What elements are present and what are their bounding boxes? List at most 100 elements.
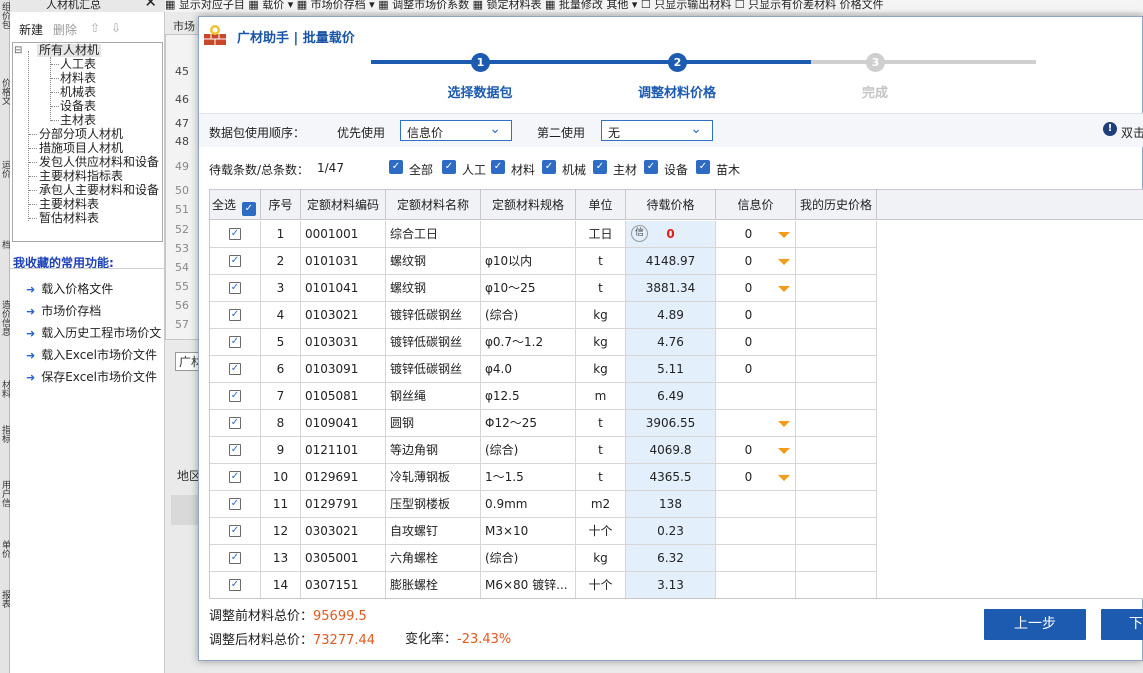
fav-item-2[interactable]: ➜ 载入历史工程市场价文	[26, 324, 161, 341]
row-checkbox[interactable]: ✓	[229, 471, 241, 483]
filter-seedling-checkbox[interactable]: ✓	[696, 160, 710, 174]
tree-item-other-0[interactable]: 分部分项人材机	[39, 128, 123, 141]
row-checkbox[interactable]: ✓	[229, 309, 241, 321]
delete-button[interactable]: 删除	[53, 21, 77, 38]
pending-price-cell[interactable]: 4365.5	[626, 464, 716, 491]
vtab-7[interactable]: 用户信	[0, 480, 10, 530]
vtab-0[interactable]: 组价包	[0, 2, 10, 72]
info-price-cell[interactable]	[716, 383, 796, 410]
pending-price-cell[interactable]: 4.76	[626, 329, 716, 356]
move-up-icon[interactable]: ⇧	[90, 21, 100, 35]
row-checkbox[interactable]: ✓	[229, 444, 241, 456]
pending-price-cell[interactable]: 信0	[626, 221, 716, 248]
filter-machine-checkbox[interactable]: ✓	[542, 160, 556, 174]
row-checkbox-cell[interactable]: ✓	[210, 275, 261, 302]
info-price-cell[interactable]	[716, 491, 796, 518]
vtab-8[interactable]: 单价	[0, 540, 10, 580]
fav-item-3[interactable]: ➜ 载入Excel市场价文件	[26, 346, 157, 363]
row-checkbox-cell[interactable]: ✓	[210, 410, 261, 437]
header-select-all[interactable]: 全选 ✓	[210, 190, 261, 220]
row-checkbox-cell[interactable]: ✓	[210, 383, 261, 410]
row-checkbox[interactable]: ✓	[229, 417, 241, 429]
row-checkbox-cell[interactable]: ✓	[210, 221, 261, 248]
close-icon[interactable]: ✕	[144, 0, 157, 10]
tree-item-main-material[interactable]: 主材表	[60, 114, 96, 127]
fav-item-1[interactable]: ➜ 市场价存档	[26, 302, 101, 319]
vtab-1[interactable]: 价格文	[0, 78, 10, 148]
select-all-checkbox[interactable]: ✓	[241, 202, 256, 216]
row-checkbox-cell[interactable]: ✓	[210, 248, 261, 275]
info-price-cell[interactable]: 0	[716, 248, 796, 275]
row-checkbox[interactable]: ✓	[229, 336, 241, 348]
fav-item-4[interactable]: ➜ 保存Excel市场价文件	[26, 368, 157, 385]
filter-all-checkbox[interactable]: ✓	[389, 160, 403, 174]
vtab-2[interactable]: 运价	[0, 160, 10, 230]
info-price-cell[interactable]	[716, 572, 796, 598]
tree-item-material[interactable]: 材料表	[60, 72, 96, 85]
info-price-cell[interactable]	[716, 545, 796, 572]
prev-step-button[interactable]: 上一步	[984, 609, 1086, 640]
new-button[interactable]: 新建	[19, 21, 43, 38]
row-checkbox-cell[interactable]: ✓	[210, 302, 261, 329]
row-checkbox-cell[interactable]: ✓	[210, 329, 261, 356]
pending-price-cell[interactable]: 3881.34	[626, 275, 716, 302]
row-checkbox[interactable]: ✓	[229, 390, 241, 402]
dropdown-triangle-icon[interactable]	[778, 259, 790, 265]
tree-item-machine[interactable]: 机械表	[60, 86, 96, 99]
fav-item-0[interactable]: ➜ 载入价格文件	[26, 280, 113, 297]
pending-price-cell[interactable]: 6.49	[626, 383, 716, 410]
tree-item-equipment[interactable]: 设备表	[60, 100, 96, 113]
pending-price-cell[interactable]: 4069.8	[626, 437, 716, 464]
tree-root[interactable]: 所有人材机	[37, 44, 102, 57]
row-checkbox-cell[interactable]: ✓	[210, 518, 261, 545]
dropdown-triangle-icon[interactable]	[778, 286, 790, 292]
row-checkbox-cell[interactable]: ✓	[210, 545, 261, 572]
pending-price-cell[interactable]: 5.11	[626, 356, 716, 383]
row-checkbox[interactable]: ✓	[229, 579, 241, 591]
filter-material-checkbox[interactable]: ✓	[491, 160, 505, 174]
row-checkbox[interactable]: ✓	[229, 255, 241, 267]
row-checkbox-cell[interactable]: ✓	[210, 572, 261, 598]
info-price-cell[interactable]	[716, 410, 796, 437]
row-checkbox-cell[interactable]: ✓	[210, 437, 261, 464]
pending-price-cell[interactable]: 4.89	[626, 302, 716, 329]
row-checkbox[interactable]: ✓	[229, 498, 241, 510]
info-price-cell[interactable]: 0	[716, 464, 796, 491]
pending-price-cell[interactable]: 6.32	[626, 545, 716, 572]
main-toolbar[interactable]: ▦ 显示对应子目 ▦ 载价 ▾ ▦ 市场价存档 ▾ ▦ 调整市场价系数 ▦ 锁定…	[165, 0, 1143, 12]
pending-price-cell[interactable]: 4148.97	[626, 248, 716, 275]
dropdown-triangle-icon[interactable]	[778, 421, 790, 427]
pending-price-cell[interactable]: 3906.55	[626, 410, 716, 437]
dropdown-triangle-icon[interactable]	[778, 448, 790, 454]
tree-item-labor[interactable]: 人工表	[60, 58, 96, 71]
info-price-cell[interactable]	[716, 518, 796, 545]
info-price-cell[interactable]: 0	[716, 437, 796, 464]
pending-price-cell[interactable]: 0.23	[626, 518, 716, 545]
tree-item-other-1[interactable]: 措施项目人材机	[39, 142, 123, 155]
tree-item-other-3[interactable]: 主要材料指标表	[39, 170, 123, 183]
info-price-cell[interactable]: 0	[716, 356, 796, 383]
row-checkbox[interactable]: ✓	[229, 525, 241, 537]
info-price-cell[interactable]: 0	[716, 302, 796, 329]
vtab-3[interactable]: 档	[0, 240, 10, 290]
next-step-button[interactable]: 下	[1101, 609, 1143, 640]
row-checkbox[interactable]: ✓	[229, 552, 241, 564]
row-checkbox-cell[interactable]: ✓	[210, 356, 261, 383]
vtab-4[interactable]: 造价信息	[0, 300, 10, 370]
tree-item-other-2[interactable]: 发包人供应材料和设备	[39, 156, 159, 169]
pending-price-cell[interactable]: 138	[626, 491, 716, 518]
move-down-icon[interactable]: ⇩	[111, 21, 121, 35]
filter-main-material-checkbox[interactable]: ✓	[593, 160, 607, 174]
info-price-cell[interactable]: 0	[716, 329, 796, 356]
row-checkbox[interactable]: ✓	[229, 363, 241, 375]
row-checkbox[interactable]: ✓	[229, 282, 241, 294]
filter-labor-checkbox[interactable]: ✓	[442, 160, 456, 174]
vtab-9[interactable]: 报表	[0, 590, 10, 630]
row-checkbox-cell[interactable]: ✓	[210, 491, 261, 518]
collapse-toggle-icon[interactable]: ⊟	[14, 44, 22, 57]
tree-item-other-4[interactable]: 承包人主要材料和设备	[39, 184, 159, 197]
tree-item-other-6[interactable]: 暂估材料表	[39, 212, 99, 225]
pending-price-cell[interactable]: 3.13	[626, 572, 716, 598]
second-use-select[interactable]: 无 ⌄	[601, 120, 713, 141]
dropdown-triangle-icon[interactable]	[778, 232, 790, 238]
